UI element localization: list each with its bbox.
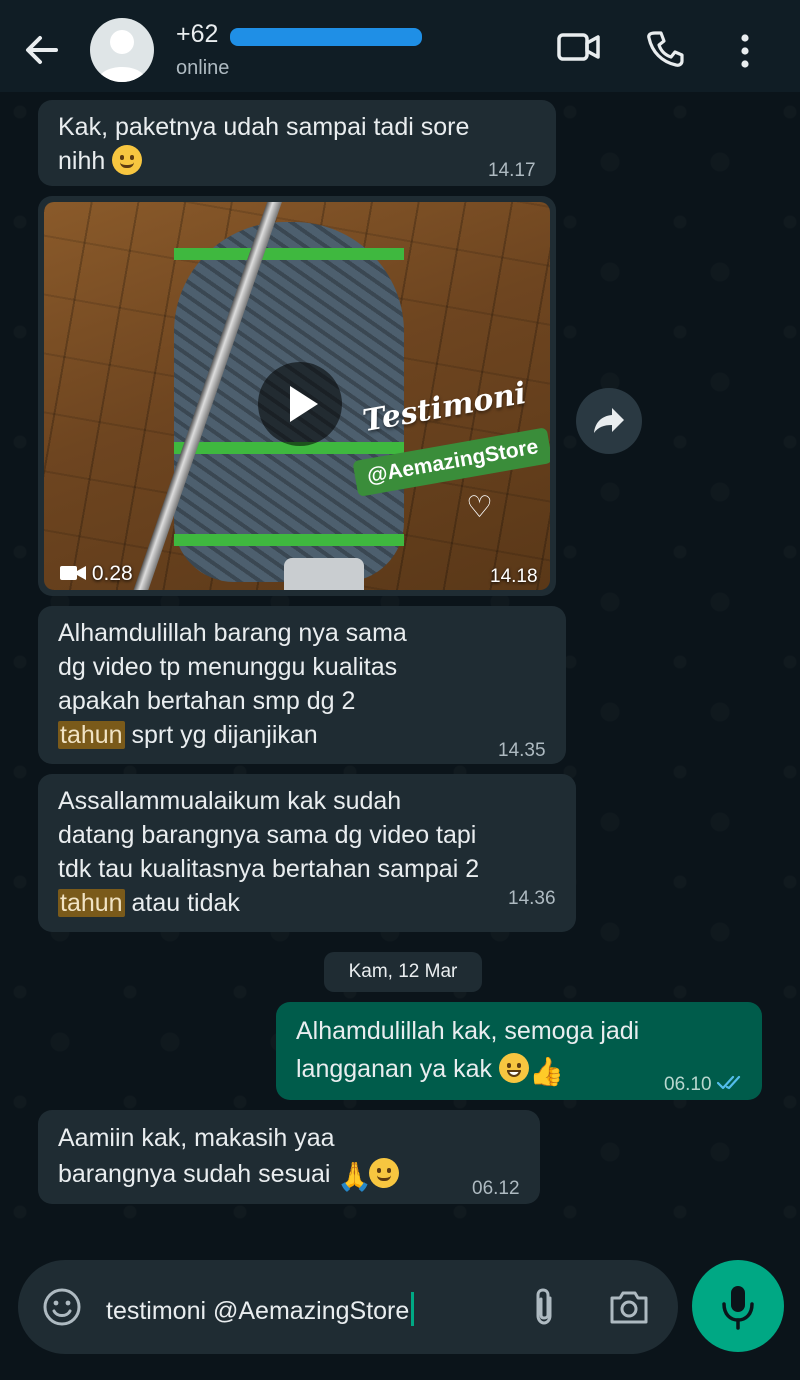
- date-separator: Kam, 12 Mar: [324, 952, 482, 992]
- camera-icon[interactable]: [608, 1288, 650, 1326]
- video-duration-text: 0.28: [91, 562, 133, 585]
- incoming-message[interactable]: Kak, paketnya udah sampai tadi sore nihh…: [38, 100, 556, 186]
- forward-button[interactable]: [576, 388, 642, 454]
- video-message[interactable]: Testimoni @AemazingStore ♡ 0.28 14.18: [38, 196, 556, 596]
- message-line: dg video tp menunggu kualitas: [58, 653, 398, 681]
- incoming-message[interactable]: Alhamdulillah barang nya sama dg video t…: [38, 606, 566, 764]
- contact-status: online: [176, 57, 230, 79]
- message-line: Aamiin kak, makasih yaa: [58, 1124, 335, 1152]
- message-time-text: 06.10: [664, 1074, 712, 1095]
- smiling-face-emoji-icon: [369, 1158, 400, 1188]
- mop-socket-image: [284, 558, 364, 590]
- message-line: Assallammualaikum kak sudah: [58, 787, 402, 815]
- outgoing-message[interactable]: Alhamdulillah kak, semoga jadi langganan…: [276, 1002, 762, 1100]
- message-time: 14.18: [490, 566, 538, 587]
- message-line: sprt yg dijanjikan: [124, 721, 318, 749]
- read-receipt-icon: [716, 1075, 740, 1090]
- message-time: 14.35: [498, 740, 546, 761]
- message-line: Alhamdulillah barang nya sama: [58, 619, 407, 647]
- message-line: apakah bertahan smp dg 2: [58, 687, 356, 715]
- search-highlight: tahun: [58, 889, 125, 917]
- heart-icon: ♡: [466, 491, 493, 524]
- message-line: Kak, paketnya udah sampai tadi sore: [58, 113, 470, 141]
- search-highlight: tahun: [58, 721, 125, 749]
- message-time: 14.36: [508, 888, 556, 909]
- message-line: tdk tau kualitasnya bertahan sampai 2: [58, 855, 480, 883]
- chat-header: +62 online: [0, 0, 800, 92]
- message-line: atau tidak: [124, 889, 240, 917]
- video-thumbnail[interactable]: Testimoni @AemazingStore ♡ 0.28 14.18: [44, 202, 550, 590]
- emoji-icon[interactable]: [42, 1287, 82, 1327]
- message-line: barangnya sudah sesuai: [58, 1160, 331, 1188]
- play-icon[interactable]: [258, 362, 342, 446]
- message-line: Alhamdulillah kak, semoga jadi: [296, 1017, 640, 1045]
- contact-name[interactable]: +62: [176, 20, 218, 49]
- smiling-face-emoji-icon: [112, 145, 143, 175]
- message-time: 06.12: [472, 1178, 520, 1199]
- avatar[interactable]: [90, 18, 154, 82]
- back-arrow-icon[interactable]: [20, 28, 64, 72]
- message-time: 06.10: [664, 1068, 745, 1102]
- text-caret: [411, 1292, 415, 1326]
- message-input-value[interactable]: testimoni @AemazingStore: [106, 1297, 409, 1325]
- grinning-face-emoji-icon: [498, 1053, 529, 1083]
- voice-call-icon[interactable]: [646, 30, 684, 68]
- message-line: langganan ya kak: [296, 1055, 492, 1083]
- incoming-message[interactable]: Aamiin kak, makasih yaa barangnya sudah …: [38, 1110, 540, 1204]
- message-line: datang barangnya sama dg video tapi: [58, 821, 477, 849]
- video-call-icon[interactable]: [556, 30, 602, 64]
- video-camera-icon: [60, 566, 86, 580]
- message-text: Aamiin kak, makasih yaa barangnya sudah …: [58, 1120, 400, 1195]
- message-composer[interactable]: testimoni @AemazingStore: [18, 1260, 678, 1354]
- video-duration: 0.28: [60, 562, 133, 586]
- incoming-message[interactable]: Assallammualaikum kak sudah datang baran…: [38, 774, 576, 932]
- attach-icon[interactable]: [530, 1286, 558, 1328]
- mic-icon: [722, 1286, 754, 1330]
- message-text: Assallammualaikum kak sudah datang baran…: [58, 784, 479, 920]
- thumbs-up-emoji-icon: 👍: [528, 1056, 564, 1087]
- message-text: Kak, paketnya udah sampai tadi sore nihh: [58, 110, 469, 178]
- voice-message-button[interactable]: [692, 1260, 784, 1352]
- redaction-bar: [230, 28, 422, 46]
- message-text: Alhamdulillah barang nya sama dg video t…: [58, 616, 407, 752]
- message-line: nihh: [58, 147, 106, 175]
- default-avatar-icon: [98, 30, 146, 82]
- folded-hands-emoji-icon: 🙏: [337, 1161, 373, 1192]
- message-text: Alhamdulillah kak, semoga jadi langganan…: [296, 1012, 639, 1091]
- message-input[interactable]: testimoni @AemazingStore: [106, 1292, 415, 1326]
- forward-icon: [594, 408, 624, 433]
- more-options-icon[interactable]: [738, 34, 752, 70]
- message-time: 14.17: [488, 160, 536, 181]
- chat-area[interactable]: Kak, paketnya udah sampai tadi sore nihh…: [0, 92, 800, 1250]
